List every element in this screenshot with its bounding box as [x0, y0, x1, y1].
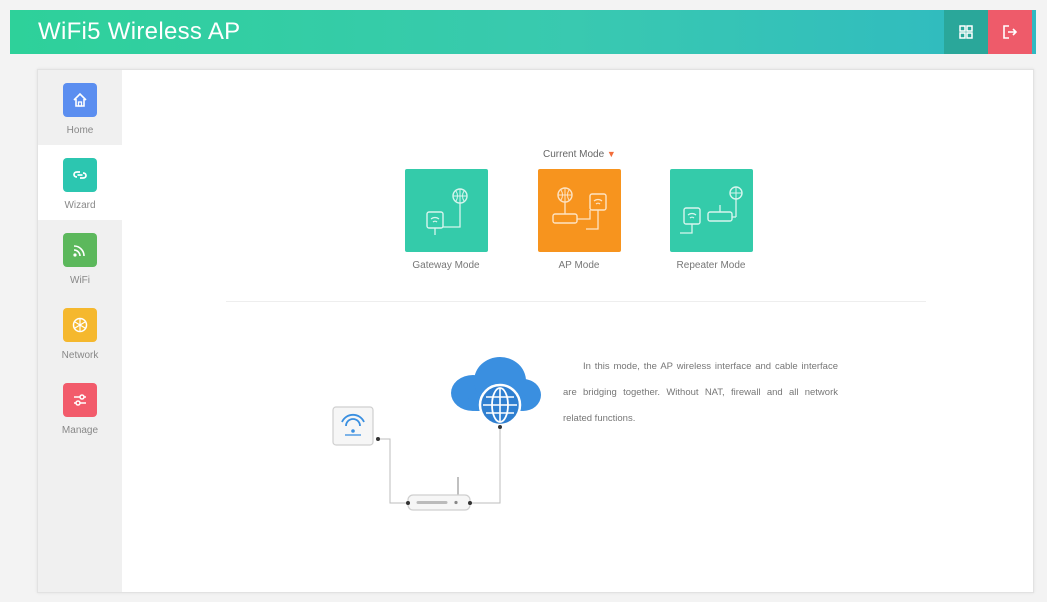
sidebar-item-wizard[interactable]: Wizard: [38, 145, 122, 220]
gateway-mode-label: Gateway Mode: [412, 260, 480, 271]
logout-button[interactable]: [988, 10, 1032, 54]
section-divider: [226, 301, 926, 302]
cloud-globe-icon: [451, 357, 541, 429]
manage-sliders-icon: [63, 383, 97, 417]
sidebar-item-manage[interactable]: Manage: [38, 370, 122, 445]
home-icon: [63, 83, 97, 117]
mode-description: In this mode, the AP wireless interface …: [563, 361, 838, 424]
current-mode-indicator: Current Mode ▼: [543, 149, 616, 160]
sidebar-item-home[interactable]: Home: [38, 70, 122, 145]
wifi-icon: [63, 233, 97, 267]
top-header-bar: WiFi5 Wireless AP: [10, 10, 1036, 54]
repeater-mode-card[interactable]: [670, 169, 753, 252]
router-icon: [406, 477, 472, 511]
ap-mode-card[interactable]: [538, 169, 621, 252]
sidebar-item-label: Network: [61, 350, 99, 361]
sidebar-item-label: Home: [66, 125, 94, 136]
app-title: WiFi5 Wireless AP: [38, 18, 241, 45]
main-panel: Home Wizard WiFi Network Manage Current …: [37, 69, 1034, 593]
ap-mode-diagram: [332, 357, 541, 511]
wizard-link-icon: [63, 158, 97, 192]
sidebar: Home Wizard WiFi Network Manage: [38, 70, 122, 592]
sidebar-item-label: Wizard: [64, 200, 96, 211]
network-icon: [63, 308, 97, 342]
sidebar-item-label: Manage: [61, 425, 99, 436]
grid-menu-button[interactable]: [944, 10, 988, 54]
repeater-mode-label: Repeater Mode: [676, 260, 746, 271]
repeater-mode-icon: [680, 186, 743, 234]
wifi-access-point-icon: [332, 406, 374, 446]
ap-mode-label: AP Mode: [558, 260, 600, 271]
logout-icon: [1003, 25, 1018, 39]
sidebar-item-label: WiFi: [70, 275, 90, 286]
sidebar-item-network[interactable]: Network: [38, 295, 122, 370]
current-mode-label: Current Mode: [543, 149, 605, 160]
ap-mode-icon: [552, 187, 607, 230]
caret-down-icon: ▼: [606, 149, 616, 159]
grid-icon: [959, 25, 973, 39]
gateway-mode-card[interactable]: [405, 169, 488, 252]
sidebar-item-wifi[interactable]: WiFi: [38, 220, 122, 295]
gateway-mode-icon: [426, 188, 468, 235]
